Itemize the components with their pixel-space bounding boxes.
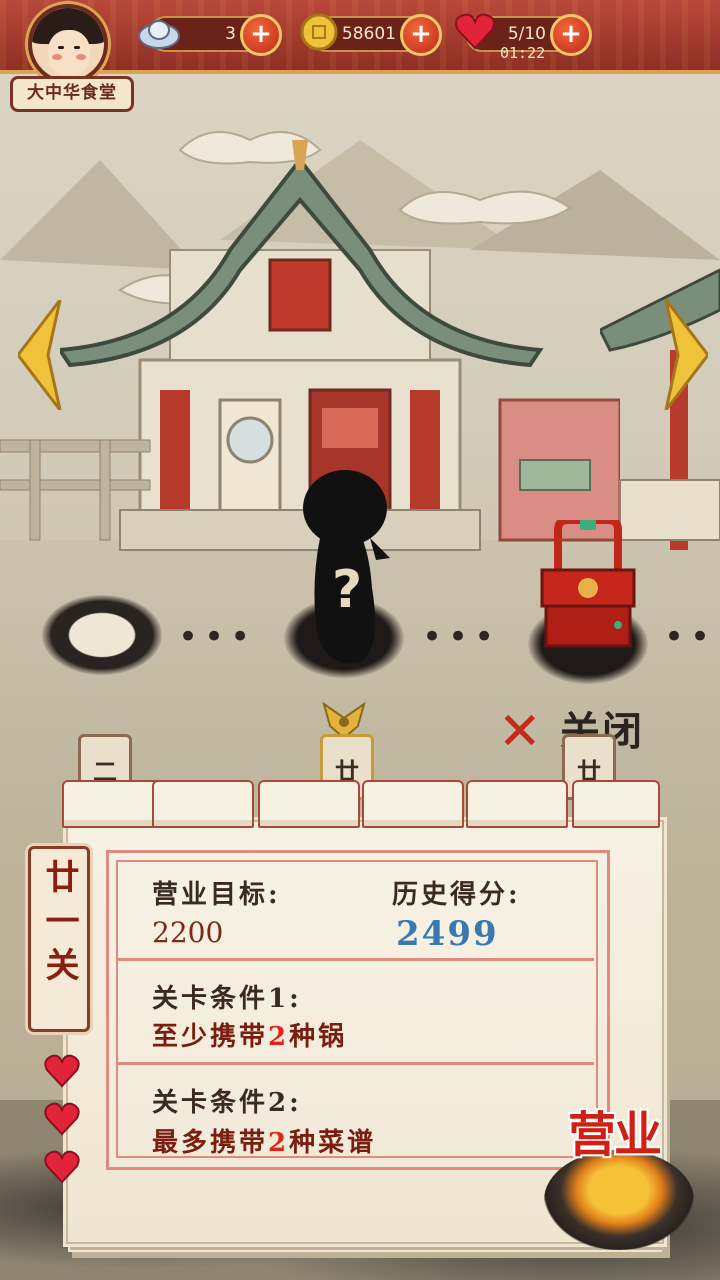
shop-name: 大中华食堂 <box>10 76 134 112</box>
path-dots: ••• <box>664 617 720 657</box>
gold-coin-icon <box>300 13 338 51</box>
gold-counter: 58601 + <box>300 13 442 56</box>
level-name: 廿一关 <box>39 859 79 991</box>
silver-ingot-icon <box>138 20 180 49</box>
heart-icon <box>455 13 495 50</box>
gold-value: 58601 <box>341 24 396 44</box>
heart-icon <box>44 1054 80 1088</box>
start-business-label: 营业 <box>568 1107 662 1163</box>
level-name-plaque: 廿一关 <box>28 846 90 1032</box>
target-label: 营业目标: <box>152 880 281 910</box>
player-profile[interactable]: 大中华食堂 <box>10 4 134 112</box>
condition-2-label: 关卡条件2: <box>152 1088 302 1118</box>
best-score-value: 2499 <box>396 914 499 954</box>
silver-counter: 3 + <box>138 14 282 56</box>
best-score-label: 历史得分: <box>392 880 521 910</box>
path-dots: ••• <box>422 617 501 657</box>
stage-node-previous[interactable] <box>42 595 162 675</box>
target-value: 2200 <box>152 916 224 949</box>
heart-icon <box>44 1150 80 1184</box>
condition-2-text: 最多携带2种菜谱 <box>152 1128 377 1158</box>
silver-value: 3 <box>225 24 236 44</box>
panel-ring-tabs <box>60 780 660 828</box>
food-box-icon[interactable] <box>538 520 638 660</box>
next-stage-arrow[interactable] <box>658 300 708 410</box>
path-dots: ••• <box>178 617 257 657</box>
prev-stage-arrow[interactable] <box>18 300 68 410</box>
add-silver-button[interactable]: + <box>240 14 282 56</box>
mystery-mark: ? <box>332 560 363 620</box>
add-gold-button[interactable]: + <box>400 14 442 56</box>
row-divider <box>116 958 594 961</box>
row-divider <box>116 1062 594 1065</box>
avatar[interactable] <box>28 4 108 84</box>
condition-1-text: 至少携带2种锅 <box>152 1022 348 1052</box>
wok-icon <box>544 1150 694 1250</box>
game-scene: ••• ••• ••• ? ✕ 关闭 二 廿 廿 <box>0 0 720 1280</box>
condition-1-label: 关卡条件1: <box>152 984 302 1014</box>
stone-fence <box>0 439 151 541</box>
add-stamina-button[interactable]: + <box>550 14 592 56</box>
start-business-button[interactable]: 营业 <box>544 1110 704 1250</box>
stamina-timer: 01:22 <box>500 44 546 62</box>
close-icon: ✕ <box>498 702 542 762</box>
heart-icon <box>44 1102 80 1136</box>
